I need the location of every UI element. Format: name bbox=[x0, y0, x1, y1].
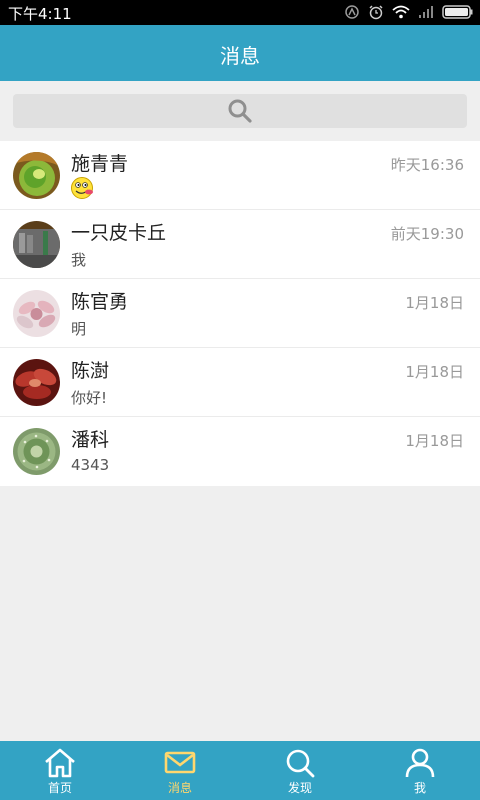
wifi-icon bbox=[392, 5, 410, 19]
last-message: 4343 bbox=[71, 456, 110, 474]
last-message: 明 bbox=[71, 320, 87, 338]
user-icon bbox=[405, 748, 435, 778]
search-box[interactable] bbox=[13, 94, 467, 128]
nav-label-home: 首页 bbox=[47, 781, 72, 795]
conversation-item[interactable]: 一只皮卡丘 我 前天19:30 bbox=[0, 210, 480, 279]
timestamp: 前天19:30 bbox=[390, 225, 464, 243]
alarm-icon bbox=[369, 5, 383, 20]
signal-icon bbox=[419, 6, 433, 18]
contact-name: 一只皮卡丘 bbox=[71, 222, 167, 244]
last-message: 我 bbox=[71, 251, 87, 269]
status-time: 下午4:11 bbox=[8, 5, 72, 23]
bottom-nav: 首页 消息 发现 我 bbox=[0, 741, 480, 800]
nav-label-me: 我 bbox=[413, 781, 426, 795]
sync-icon bbox=[345, 5, 359, 19]
contact-name: 施青青 bbox=[71, 153, 129, 175]
green-cactus-avatar bbox=[13, 428, 60, 475]
nav-item-discover[interactable]: 发现 bbox=[240, 741, 360, 800]
page-title: 消息 bbox=[220, 44, 260, 68]
home-icon bbox=[45, 748, 75, 778]
timestamp: 昨天16:36 bbox=[390, 156, 464, 174]
nav-item-me[interactable]: 我 bbox=[360, 741, 480, 800]
nav-item-home[interactable]: 首页 bbox=[0, 741, 120, 800]
search-area bbox=[0, 81, 480, 141]
status-bar: 下午4:11 bbox=[0, 0, 480, 25]
conversation-item[interactable]: 施青青 昨天16:36 bbox=[0, 141, 480, 210]
contact-name: 潘科 bbox=[71, 429, 110, 451]
timestamp: 1月18日 bbox=[405, 432, 464, 450]
nav-label-messages: 消息 bbox=[167, 781, 192, 795]
building-photo-avatar bbox=[13, 221, 60, 268]
mail-icon bbox=[164, 751, 196, 774]
battery-icon bbox=[442, 5, 473, 19]
search-icon bbox=[286, 749, 315, 778]
green-succulent-avatar bbox=[13, 152, 60, 199]
app-header: 消息 bbox=[0, 25, 480, 81]
conversation-item[interactable]: 陈澍 你好! 1月18日 bbox=[0, 348, 480, 417]
conversation-list: 施青青 昨天16:36 一只皮卡丘 我 前天19:30 陈官勇 明 1月18日 … bbox=[0, 141, 480, 486]
smiley-emoji-icon bbox=[70, 175, 96, 205]
timestamp: 1月18日 bbox=[405, 363, 464, 381]
contact-name: 陈澍 bbox=[71, 360, 110, 382]
conversation-item[interactable]: 陈官勇 明 1月18日 bbox=[0, 279, 480, 348]
nav-item-messages[interactable]: 消息 bbox=[120, 741, 240, 800]
last-message: 你好! bbox=[71, 389, 108, 407]
conversation-item[interactable]: 潘科 4343 1月18日 bbox=[0, 417, 480, 486]
pink-flower-avatar bbox=[13, 290, 60, 337]
timestamp: 1月18日 bbox=[405, 294, 464, 312]
red-succulent-avatar bbox=[13, 359, 60, 406]
status-icons bbox=[344, 4, 474, 20]
nav-label-discover: 发现 bbox=[287, 781, 312, 795]
contact-name: 陈官勇 bbox=[71, 291, 129, 313]
search-icon bbox=[228, 99, 252, 123]
